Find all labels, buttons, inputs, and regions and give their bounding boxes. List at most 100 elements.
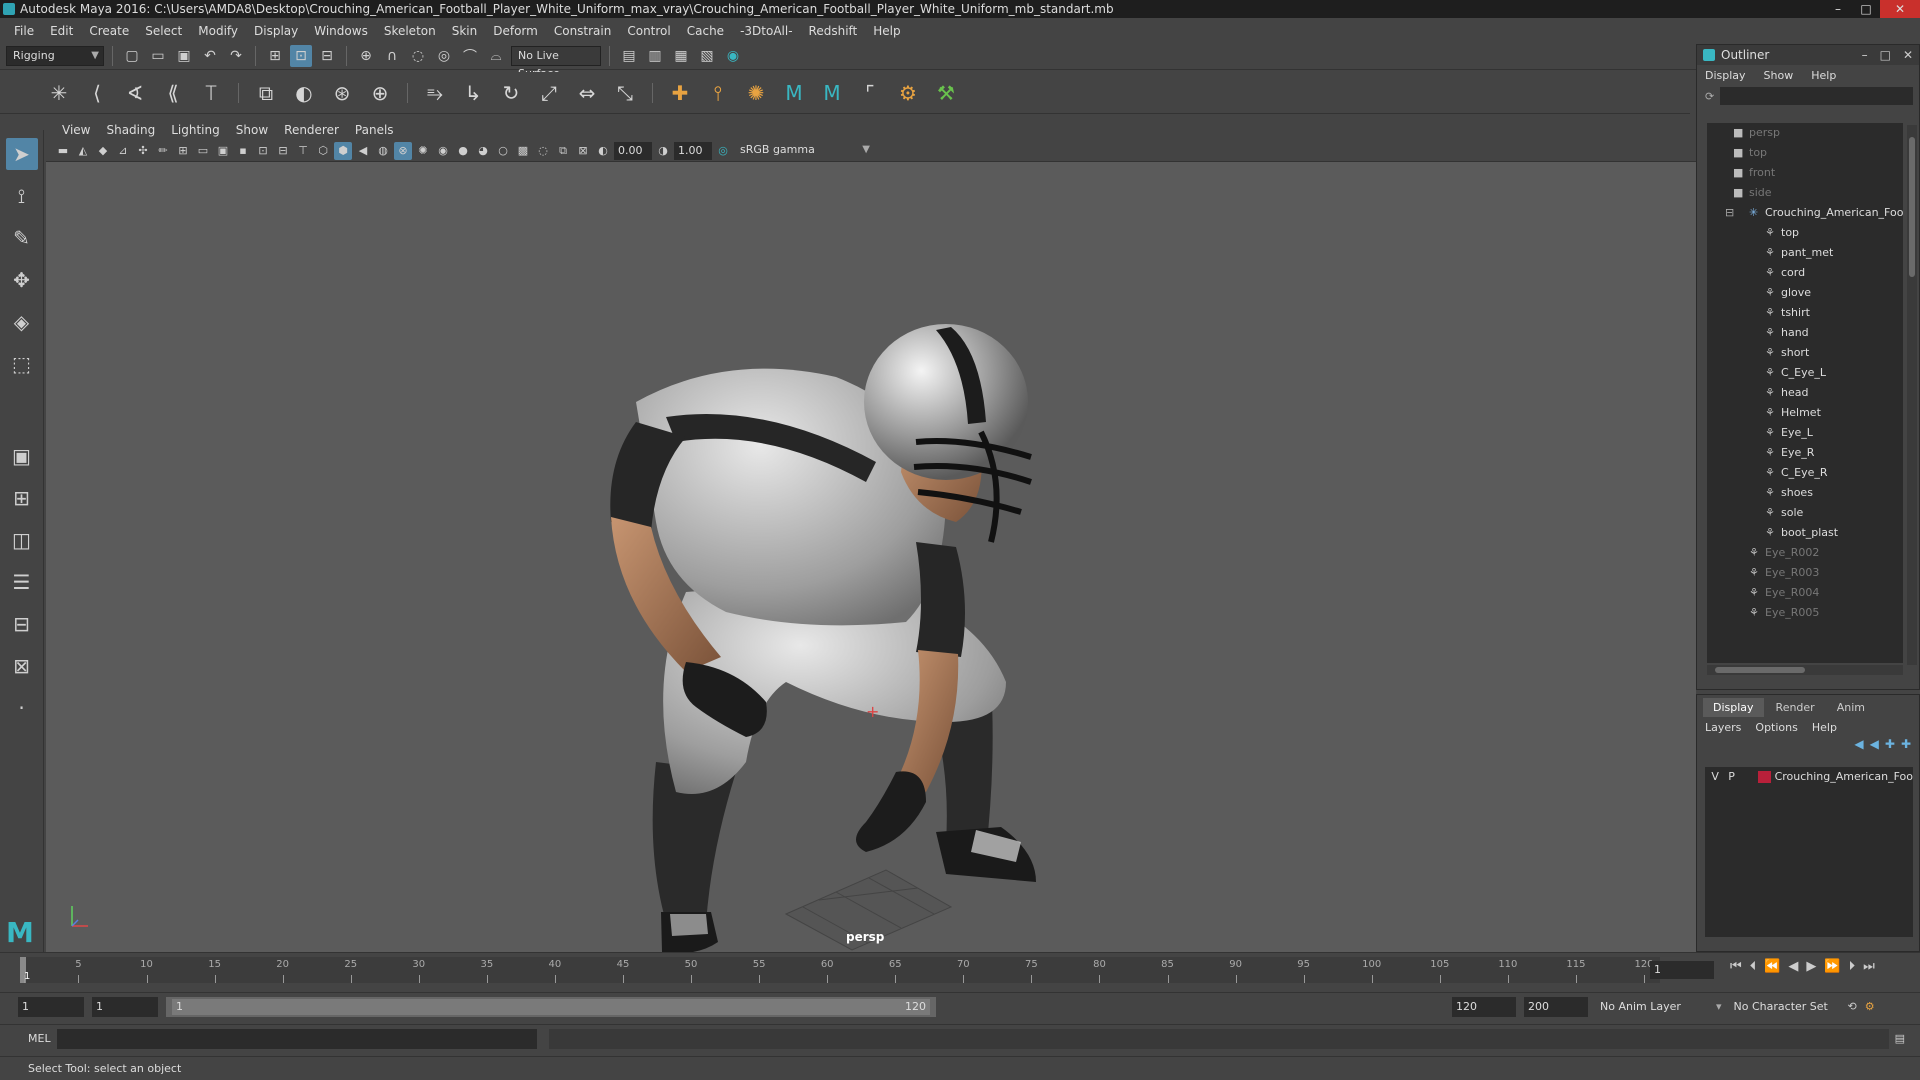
outliner-item[interactable]: ⚘ top [1707, 223, 1903, 243]
layer-row[interactable]: V P Crouching_American_Foo [1705, 767, 1913, 787]
play-backward-icon[interactable]: ◀ [1788, 959, 1798, 974]
select-hierarchy-icon[interactable]: ⊞ [264, 45, 286, 67]
outliner-item[interactable]: ⚘ Eye_R003 [1707, 563, 1903, 583]
move-tool-icon[interactable]: ✥ [6, 264, 38, 296]
graph-layout-icon[interactable]: ⊟ [6, 608, 38, 640]
lasso-tool-icon[interactable]: ⟟ [6, 180, 38, 212]
outliner-item[interactable]: ⚘ C_Eye_L [1707, 363, 1903, 383]
menu-modify[interactable]: Modify [190, 24, 246, 38]
menu-windows[interactable]: Windows [306, 24, 376, 38]
menu-skin[interactable]: Skin [444, 24, 486, 38]
menu-edit[interactable]: Edit [42, 24, 81, 38]
viewport-menu-renderer[interactable]: Renderer [276, 123, 347, 137]
snap-live-icon[interactable]: ⌓ [485, 45, 507, 67]
character-set-dropdown[interactable]: No Character Set [1729, 996, 1840, 1017]
render-frame-icon[interactable]: ▥ [644, 45, 666, 67]
menu-help[interactable]: Help [865, 24, 908, 38]
outliner-item[interactable]: ⚘ Helmet [1707, 403, 1903, 423]
hypershade-icon[interactable]: ◉ [722, 45, 744, 67]
safe-title-icon[interactable]: ⊤ [294, 142, 312, 160]
viewport-canvas[interactable]: + [46, 162, 1696, 954]
menu-control[interactable]: Control [619, 24, 678, 38]
outliner-item[interactable]: ■ side [1707, 183, 1903, 203]
outliner-horizontal-scrollbar[interactable] [1707, 665, 1903, 675]
outliner-item[interactable]: ⚘ Eye_R004 [1707, 583, 1903, 603]
hide-joints-icon[interactable]: ⚙ [893, 78, 923, 108]
ik-handle-icon[interactable]: ⟨ [82, 78, 112, 108]
outliner-maximize-button[interactable]: □ [1880, 45, 1891, 65]
close-button[interactable]: ✕ [1880, 0, 1920, 18]
redo-icon[interactable]: ↷ [225, 45, 247, 67]
move-layer-up-icon[interactable]: ◀ [1854, 737, 1863, 759]
parent-constraint-icon[interactable]: ⇔ [572, 78, 602, 108]
outliner-item[interactable]: ⚘ short [1707, 343, 1903, 363]
color-management-icon[interactable]: ◎ [714, 142, 732, 160]
locator-icon[interactable]: ✚ [665, 78, 695, 108]
ipr-render-icon[interactable]: ▦ [670, 45, 692, 67]
move-layer-down-icon[interactable]: ◀ [1870, 737, 1879, 759]
playback-range-bar[interactable]: 1 120 [166, 996, 936, 1017]
outliner-item[interactable]: ⚘ glove [1707, 283, 1903, 303]
scale-tool-icon[interactable]: ⬚ [6, 348, 38, 380]
menu-deform[interactable]: Deform [485, 24, 546, 38]
viewport-menu-lighting[interactable]: Lighting [163, 123, 228, 137]
scrollbar-thumb[interactable] [1909, 137, 1915, 277]
layer-menu-layers[interactable]: Layers [1705, 721, 1741, 734]
menu-constrain[interactable]: Constrain [546, 24, 620, 38]
joint-tool-icon[interactable]: ✳ [44, 78, 74, 108]
outliner-item[interactable]: ⚘ Eye_R005 [1707, 603, 1903, 623]
step-forward-key-icon[interactable]: ⏵ [1849, 959, 1856, 974]
tab-display[interactable]: Display [1703, 698, 1764, 717]
menu-display[interactable]: Display [246, 24, 306, 38]
deformer-icon[interactable]: ✺ [741, 78, 771, 108]
bind-skin-icon[interactable]: ⧉ [251, 78, 281, 108]
filter-icon[interactable]: ⟳ [1705, 90, 1714, 103]
outliner-item[interactable]: ⚘ boot_plast [1707, 523, 1903, 543]
grease-pencil-icon[interactable]: ✏ [154, 142, 172, 160]
maximize-button[interactable]: □ [1852, 0, 1880, 18]
cluster-icon[interactable]: ⫯ [703, 78, 733, 108]
outliner-item[interactable]: ■ persp [1707, 123, 1903, 143]
bookmark-icon[interactable]: ◆ [94, 142, 112, 160]
outliner-item[interactable]: ⚘ Eye_R [1707, 443, 1903, 463]
maya-tool-icon[interactable]: M [779, 78, 809, 108]
render-view-icon[interactable]: ▤ [618, 45, 640, 67]
scale-constraint-icon[interactable]: ⤢ [534, 78, 564, 108]
anim-layer-dropdown[interactable]: No Anim Layer [1596, 996, 1708, 1017]
open-scene-icon[interactable]: ▭ [147, 45, 169, 67]
gamma-field[interactable]: 1.00 [674, 141, 712, 160]
playback-end-field[interactable]: 120 [1452, 996, 1516, 1017]
layer-color-swatch[interactable] [1758, 771, 1771, 783]
paint-select-icon[interactable]: ✎ [6, 222, 38, 254]
paint-weights-icon[interactable]: ⊛ [327, 78, 357, 108]
menu-create[interactable]: Create [81, 24, 137, 38]
outliner-close-button[interactable]: ✕ [1903, 45, 1913, 65]
layer-menu-options[interactable]: Options [1755, 721, 1797, 734]
textured-icon[interactable]: ⊗ [394, 141, 412, 160]
insert-joint-icon[interactable]: ⟪ [158, 78, 188, 108]
chevron-down-icon[interactable]: ▾ [1716, 1000, 1722, 1013]
go-to-end-icon[interactable]: ⏭ [1863, 959, 1875, 974]
depth-of-field-icon[interactable]: ○ [494, 142, 512, 160]
snap-surface-icon[interactable]: ⌒ [459, 45, 481, 67]
tab-render[interactable]: Render [1766, 698, 1825, 717]
outliner-item[interactable]: ⚘ Eye_L [1707, 423, 1903, 443]
viewport-menu-view[interactable]: View [54, 123, 98, 137]
point-constraint-icon[interactable]: ⥱ [420, 78, 450, 108]
scene-end-field[interactable]: 200 [1524, 996, 1588, 1017]
outliner-item[interactable]: ⚘ C_Eye_R [1707, 463, 1903, 483]
camera-attributes-icon[interactable]: ◭ [74, 142, 92, 160]
outliner-item[interactable]: ■ top [1707, 143, 1903, 163]
scene-start-field[interactable]: 1 [18, 996, 84, 1017]
auto-key-icon[interactable]: ⟲ [1848, 1000, 1857, 1013]
xray-active-icon[interactable]: ⊠ [574, 142, 592, 160]
menu-redshift[interactable]: Redshift [801, 24, 866, 38]
viewport-menu-panels[interactable]: Panels [347, 123, 402, 137]
current-frame-field[interactable]: 1 [1650, 961, 1714, 979]
select-camera-icon[interactable]: ▬ [54, 142, 72, 160]
time-slider-track[interactable]: 5 10 15 20 25 30 35 40 45 50 55 60 65 70 75 80 85 90 95 100… [20, 957, 1660, 983]
orient-constraint-icon[interactable]: ↻ [496, 78, 526, 108]
new-empty-layer-icon[interactable]: ✚ [1885, 737, 1895, 759]
gate-mask-icon[interactable]: ▪ [234, 142, 252, 160]
toolbox-collapse-icon[interactable]: · [6, 692, 38, 724]
